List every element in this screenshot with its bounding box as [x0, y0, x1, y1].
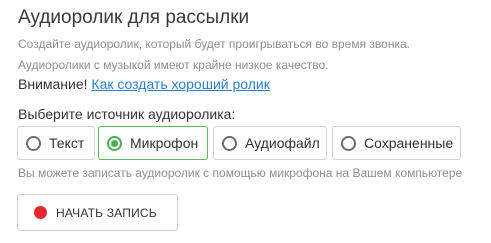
start-recording-label: НАЧАТЬ ЗАПИСЬ: [56, 205, 157, 220]
page-title: Аудиоролик для рассылки: [18, 7, 250, 28]
hint-create: Создайте аудиоролик, который будет проиг…: [18, 37, 410, 51]
source-label: Выберите источник аудиоролика:: [18, 106, 236, 122]
hint-quality: Аудиоролики с музыкой имеют крайне низко…: [18, 58, 329, 72]
source-option-audiofile[interactable]: Аудиофайл: [213, 126, 327, 160]
record-dot-icon: [34, 206, 47, 219]
start-recording-button[interactable]: НАЧАТЬ ЗАПИСЬ: [17, 194, 178, 231]
source-option-microphone[interactable]: Микрофон: [98, 126, 208, 160]
radio-checked-icon[interactable]: [107, 135, 122, 151]
how-to-create-link[interactable]: Как создать хороший ролик: [91, 76, 269, 92]
warning-line: Внимание! Как создать хороший ролик: [18, 76, 270, 92]
source-option-text[interactable]: Текст: [17, 126, 95, 160]
radio-circle-icon[interactable]: [341, 135, 356, 151]
radio-circle-icon[interactable]: [222, 135, 237, 151]
audio-clip-panel: Аудиоролик для рассылки Создайте аудиоро…: [0, 0, 491, 243]
source-option-label: Текст: [49, 135, 85, 151]
microphone-hint: Вы можете записать аудиоролик с помощью …: [18, 166, 463, 180]
source-option-label: Аудиофайл: [245, 135, 320, 151]
warning-prefix: Внимание!: [18, 76, 92, 92]
source-option-label: Микрофон: [130, 135, 199, 151]
source-option-label: Сохраненные: [364, 135, 454, 151]
radio-circle-icon[interactable]: [26, 135, 41, 151]
source-option-saved[interactable]: Сохраненные: [332, 126, 461, 160]
